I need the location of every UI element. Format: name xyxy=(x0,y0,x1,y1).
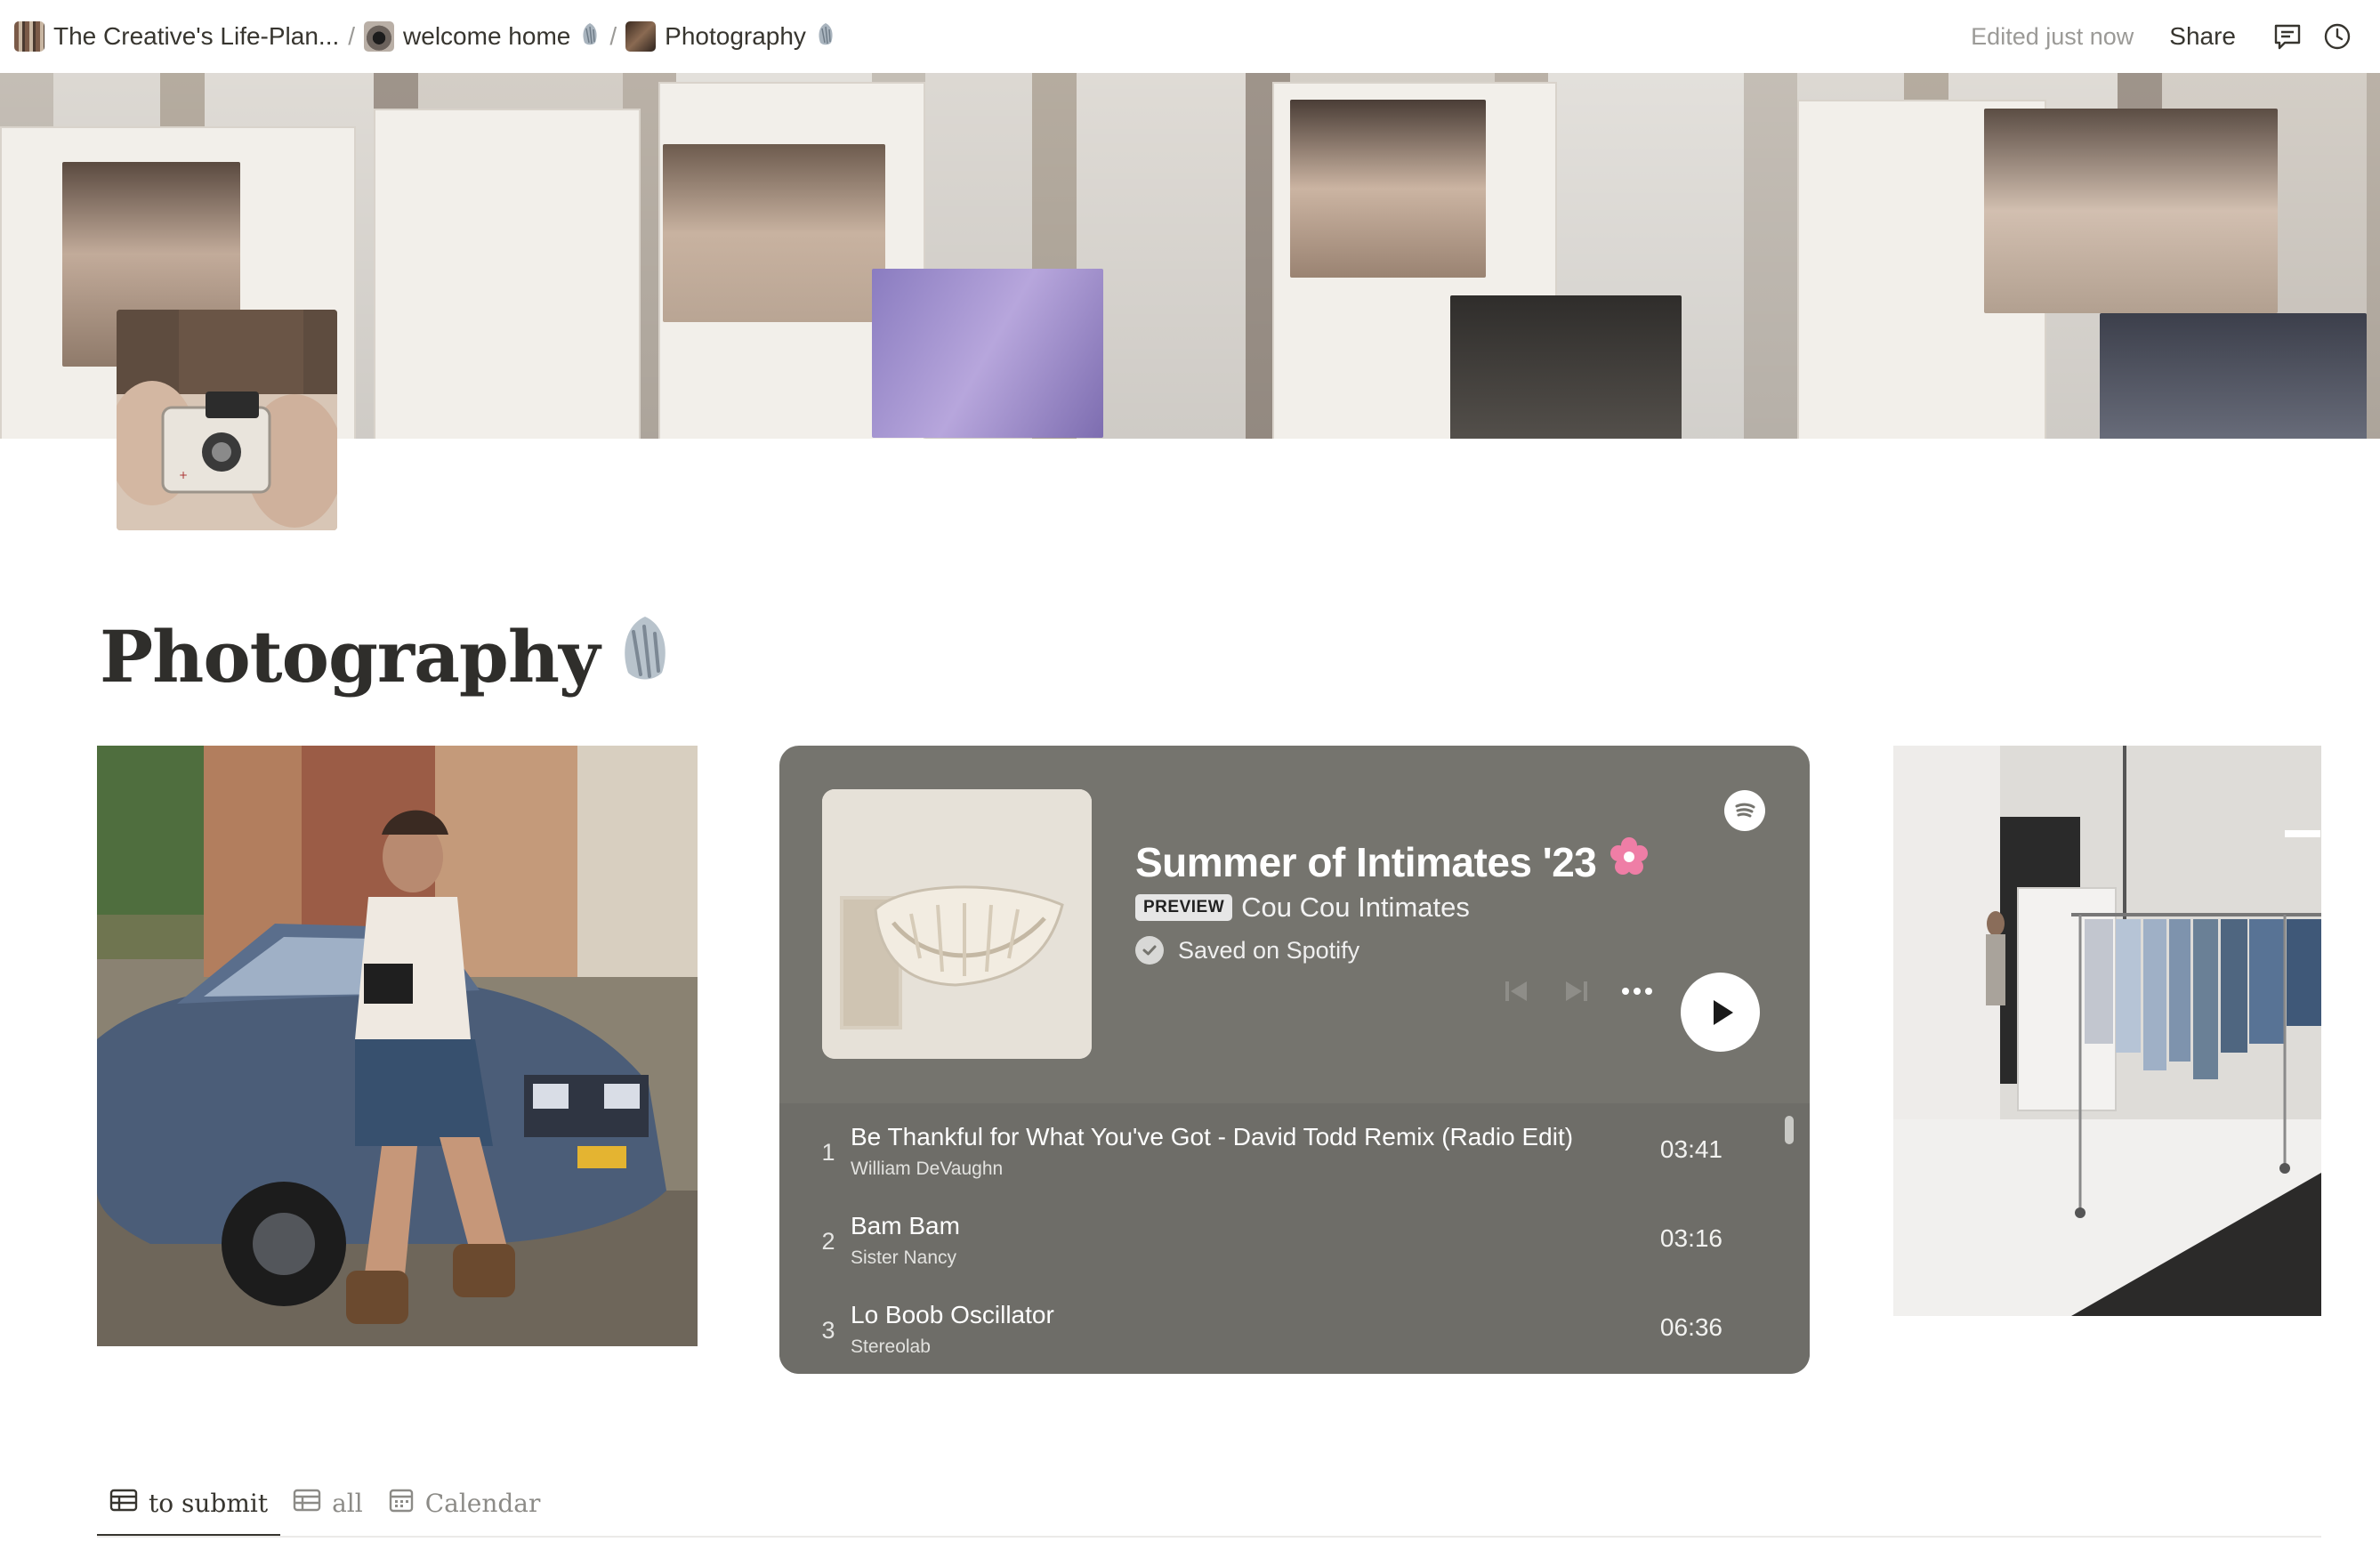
playlist-title[interactable]: Summer of Intimates '23 xyxy=(1135,836,1650,887)
track-duration: 03:16 xyxy=(1659,1224,1722,1252)
saved-status: Saved on Spotify xyxy=(1135,936,1359,965)
play-button[interactable] xyxy=(1681,973,1760,1052)
track-number: 3 xyxy=(821,1317,835,1344)
cover-portrait xyxy=(1984,109,2278,313)
breadcrumb-label: Photography xyxy=(665,22,806,50)
player-controls xyxy=(1498,973,1655,1009)
check-icon xyxy=(1135,936,1164,965)
database-view-tabs: to submit all Calendar xyxy=(97,1477,553,1538)
cover-portrait xyxy=(1290,100,1486,278)
cover-portrait xyxy=(2100,313,2367,439)
page-icon-camera-photo[interactable]: + xyxy=(117,310,337,530)
tabs-divider xyxy=(97,1536,2321,1538)
breadcrumb-item-life-planner[interactable]: The Creative's Life-Plan... xyxy=(7,11,346,62)
share-button[interactable]: Share xyxy=(2169,22,2236,51)
tab-label: all xyxy=(332,1488,363,1518)
preview-badge: PREVIEW xyxy=(1135,894,1233,921)
breadcrumb-label: The Creative's Life-Plan... xyxy=(53,22,340,50)
photo-thumbnail-icon xyxy=(625,21,657,52)
playlist-cover-image[interactable] xyxy=(822,789,1092,1059)
page-title-text: Photography xyxy=(100,614,600,698)
tab-label: to submit xyxy=(149,1488,269,1518)
table-icon xyxy=(109,1488,138,1519)
notion-page: The Creative's Life-Plan... / welcome ho… xyxy=(0,0,2380,1542)
comment-icon[interactable] xyxy=(2263,12,2312,61)
svg-text:+: + xyxy=(179,469,188,481)
cover-card xyxy=(374,109,641,439)
tab-to-submit[interactable]: to submit xyxy=(97,1477,281,1538)
track-row[interactable]: 1 Be Thankful for What You've Got - Davi… xyxy=(779,1103,1776,1192)
track-row[interactable]: 3 Lo Boob Oscillator Stereolab 06:36 xyxy=(779,1281,1776,1370)
track-artist[interactable]: Stereolab xyxy=(851,1336,931,1358)
tab-all[interactable]: all xyxy=(280,1477,375,1538)
saved-text: Saved on Spotify xyxy=(1178,936,1360,964)
play-icon xyxy=(1713,999,1733,1025)
breadcrumb-label: welcome home xyxy=(403,22,571,50)
playlist-owner[interactable]: Cou Cou Intimates xyxy=(1241,892,1470,924)
photo-studio-clothing-rack[interactable] xyxy=(1893,746,2321,1316)
clock-icon[interactable] xyxy=(2312,12,2362,61)
photo-woman-on-car[interactable] xyxy=(97,746,698,1346)
breadcrumb-separator: / xyxy=(348,22,356,50)
cover-portrait xyxy=(1450,295,1682,439)
flower-icon xyxy=(1609,836,1650,887)
track-list[interactable]: 1 Be Thankful for What You've Got - Davi… xyxy=(779,1103,1810,1374)
topbar-actions: Edited just now Share xyxy=(1971,0,2380,73)
shell-icon xyxy=(815,21,836,52)
cover-portrait xyxy=(663,144,885,322)
table-icon xyxy=(293,1488,321,1519)
previous-track-icon[interactable] xyxy=(1498,973,1534,1009)
cover-portrait xyxy=(872,269,1103,438)
track-duration: 03:41 xyxy=(1659,1135,1722,1163)
page-title[interactable]: Photography xyxy=(100,612,676,700)
track-row[interactable]: 2 Bam Bam Sister Nancy 03:16 xyxy=(779,1192,1776,1281)
breadcrumb-item-welcome-home[interactable]: welcome home xyxy=(357,11,608,62)
spotify-logo-icon[interactable] xyxy=(1724,790,1765,831)
breadcrumb-item-photography[interactable]: Photography xyxy=(618,11,843,62)
tab-calendar[interactable]: Calendar xyxy=(375,1477,553,1538)
breadcrumb-separator: / xyxy=(609,22,617,50)
track-name: Lo Boob Oscillator xyxy=(851,1301,1054,1328)
tab-label: Calendar xyxy=(424,1488,541,1518)
shell-icon xyxy=(614,612,676,700)
track-artist[interactable]: William DeVaughn xyxy=(851,1159,1003,1180)
track-number: 1 xyxy=(821,1139,835,1166)
shell-icon xyxy=(579,21,601,52)
mosaic-thumbnail-icon xyxy=(14,21,44,52)
spotify-embed[interactable]: Summer of Intimates '23 PREVIEW Cou Cou … xyxy=(779,746,1810,1374)
cover-image[interactable] xyxy=(0,73,2380,439)
track-artist[interactable]: Sister Nancy xyxy=(851,1247,956,1269)
next-track-icon[interactable] xyxy=(1559,973,1594,1009)
track-name: Be Thankful for What You've Got - David … xyxy=(851,1123,1574,1150)
track-number: 2 xyxy=(821,1228,835,1255)
track-duration: 06:36 xyxy=(1659,1313,1722,1341)
playlist-subtitle: PREVIEW Cou Cou Intimates xyxy=(1135,892,1470,924)
top-bar: The Creative's Life-Plan... / welcome ho… xyxy=(0,0,2380,73)
playlist-title-text: Summer of Intimates '23 xyxy=(1135,838,1597,885)
camera-thumbnail-icon xyxy=(364,21,395,52)
edited-status: Edited just now xyxy=(1971,22,2134,50)
track-name: Bam Bam xyxy=(851,1212,960,1239)
calendar-icon xyxy=(388,1487,415,1520)
tracklist-scrollbar[interactable] xyxy=(1785,1116,1794,1144)
more-options-icon[interactable] xyxy=(1619,973,1655,1009)
